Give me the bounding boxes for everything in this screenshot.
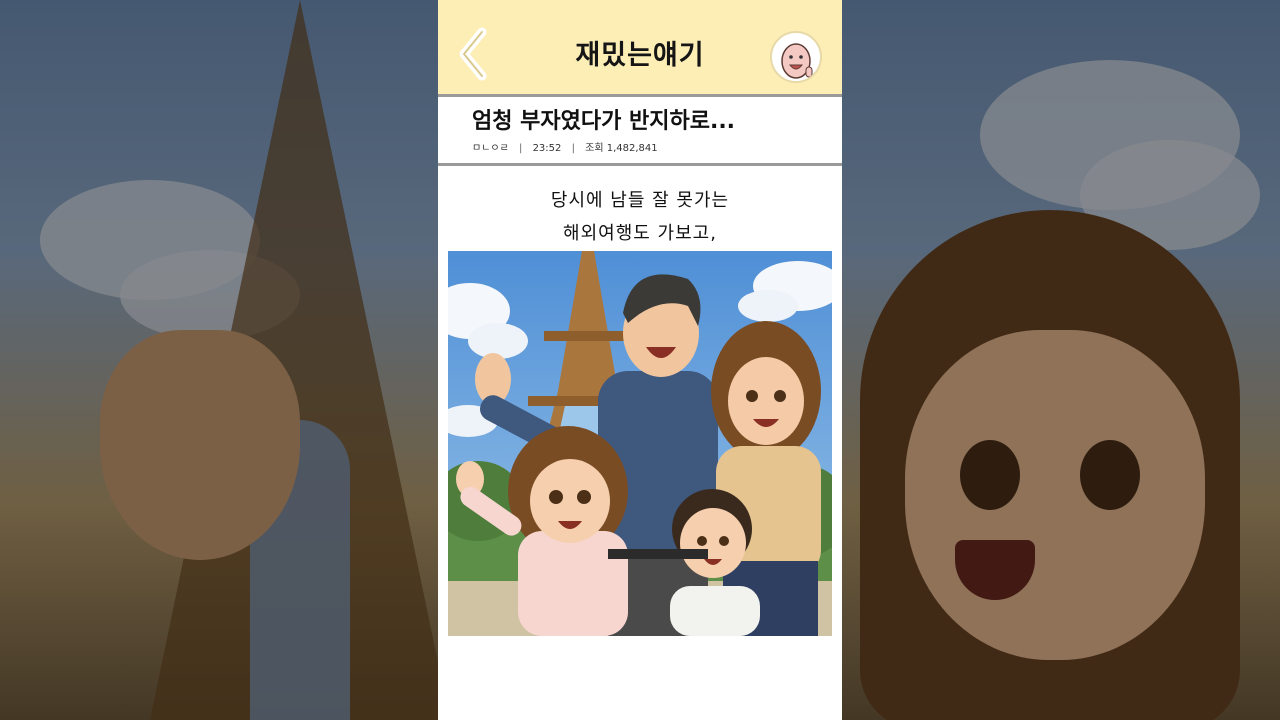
meta-separator: | (571, 143, 575, 154)
app-header: 재밌는얘기 (438, 0, 842, 94)
cartoon-face-icon (781, 43, 813, 79)
caption-line: 해외여행도 가보고, (563, 223, 717, 244)
post-author: ㅁㄴㅇㄹ (472, 143, 509, 154)
post-views: 조회 1,482,841 (585, 143, 658, 154)
family-at-eiffel-tower-illustration (448, 251, 832, 636)
phone-screen: 재밌는얘기 엄청 부자였다가 반지하로... ㅁㄴㅇㄹ | 23:52 | 조회… (438, 0, 842, 720)
avatar[interactable] (770, 31, 822, 83)
post-meta: ㅁㄴㅇㄹ | 23:52 | 조회 1,482,841 (472, 139, 658, 154)
title-divider (438, 163, 842, 166)
family-eiffel-illustration (448, 251, 832, 636)
video-frame: 재밌는얘기 엄청 부자였다가 반지하로... ㅁㄴㅇㄹ | 23:52 | 조회… (0, 0, 1280, 720)
caption-line: 당시에 남들 잘 못가는 (550, 190, 730, 211)
meta-separator: | (519, 143, 523, 154)
post-title[interactable]: 엄청 부자였다가 반지하로... (472, 103, 735, 135)
post-time: 23:52 (532, 143, 562, 154)
header-divider (438, 94, 842, 97)
